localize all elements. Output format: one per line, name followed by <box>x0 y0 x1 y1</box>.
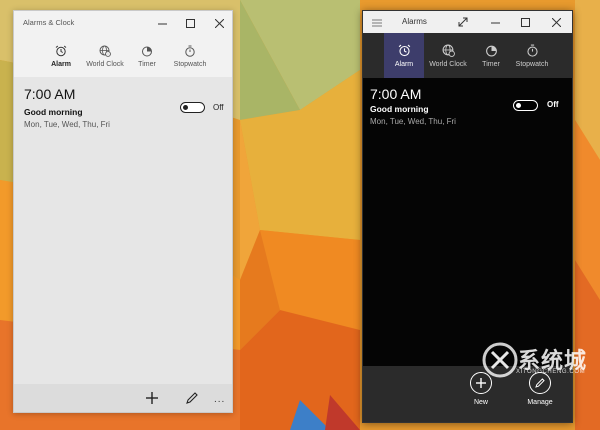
timer-icon <box>142 46 152 56</box>
alarm-name: Good morning <box>370 104 429 114</box>
hamburger-menu-button[interactable] <box>371 16 383 28</box>
close-icon <box>214 18 224 28</box>
tab-label: Alarm <box>394 60 414 68</box>
minimize-icon <box>490 22 500 23</box>
expand-diagonal-icon <box>458 17 468 27</box>
stopwatch-icon <box>526 44 538 57</box>
manage-label: Manage <box>527 399 553 406</box>
more-button[interactable]: ... <box>214 394 225 405</box>
pencil-icon <box>186 392 198 404</box>
timer-icon <box>485 45 497 56</box>
new-label: New <box>473 399 488 406</box>
plus-icon <box>146 392 158 404</box>
minimize-button[interactable] <box>148 11 176 35</box>
tab-alarm[interactable]: Alarm <box>384 33 424 78</box>
alarm-days: Mon, Tue, Wed, Thu, Fri <box>24 120 110 129</box>
stopwatch-icon <box>185 45 195 57</box>
alarm-clock-icon <box>398 44 410 56</box>
tab-label: Timer <box>482 60 500 68</box>
maximize-button[interactable] <box>511 11 539 33</box>
globe-clock-icon <box>99 45 111 57</box>
alarm-clock-icon <box>55 45 67 56</box>
alarm-toggle[interactable] <box>180 102 205 113</box>
watermark-subtext: XITONGCHENG.COM <box>516 369 586 375</box>
tab-label: Stopwatch <box>173 60 207 68</box>
close-button[interactable] <box>542 11 570 33</box>
close-icon <box>551 17 561 27</box>
tab-timer[interactable]: Timer <box>476 33 506 78</box>
window-title: Alarms <box>402 17 427 26</box>
alarm-toggle[interactable] <box>513 100 538 111</box>
add-alarm-button[interactable] <box>144 390 160 406</box>
toggle-state-label: Off <box>547 100 559 109</box>
window-title: Alarms & Clock <box>23 18 75 27</box>
maximize-icon <box>185 18 195 28</box>
tab-label: Alarm <box>51 60 71 68</box>
fullscreen-button[interactable] <box>449 11 477 33</box>
alarm-time: 7:00 AM <box>370 86 422 102</box>
alarm-name: Good morning <box>24 107 83 117</box>
command-bar: ... <box>14 384 232 412</box>
alarm-time: 7:00 AM <box>24 86 76 102</box>
toggle-knob <box>183 104 188 110</box>
tab-stopwatch[interactable]: Stopwatch <box>168 35 212 77</box>
alarm-days: Mon, Tue, Wed, Thu, Fri <box>370 117 456 126</box>
hamburger-icon <box>372 19 382 27</box>
alarms-window-light: Alarms & Clock Alarm World Clock Timer S… <box>13 10 233 413</box>
close-button[interactable] <box>205 11 233 35</box>
edit-alarms-button[interactable] <box>184 390 200 406</box>
tab-label: Stopwatch <box>515 60 549 68</box>
tab-timer[interactable]: Timer <box>132 35 162 77</box>
maximize-button[interactable] <box>176 11 204 35</box>
tab-label: Timer <box>138 60 156 68</box>
tab-bar: Alarm World Clock Timer Stopwatch <box>14 35 232 77</box>
minimize-icon <box>157 23 167 24</box>
minimize-button[interactable] <box>481 11 509 33</box>
maximize-icon <box>520 17 530 27</box>
tab-bar: Alarm World Clock Timer Stopwatch <box>363 33 572 78</box>
title-bar[interactable]: Alarms & Clock <box>14 11 232 35</box>
tab-world-clock[interactable]: World Clock <box>426 33 470 78</box>
tab-label: World Clock <box>429 60 467 68</box>
toggle-state-label: Off <box>213 103 224 112</box>
tab-world-clock[interactable]: World Clock <box>84 35 126 77</box>
tab-alarm[interactable]: Alarm <box>42 35 80 77</box>
globe-clock-icon <box>442 44 455 57</box>
title-bar[interactable]: Alarms <box>363 11 572 33</box>
tab-label: World Clock <box>86 60 124 68</box>
tab-stopwatch[interactable]: Stopwatch <box>510 33 554 78</box>
toggle-knob <box>516 102 521 108</box>
